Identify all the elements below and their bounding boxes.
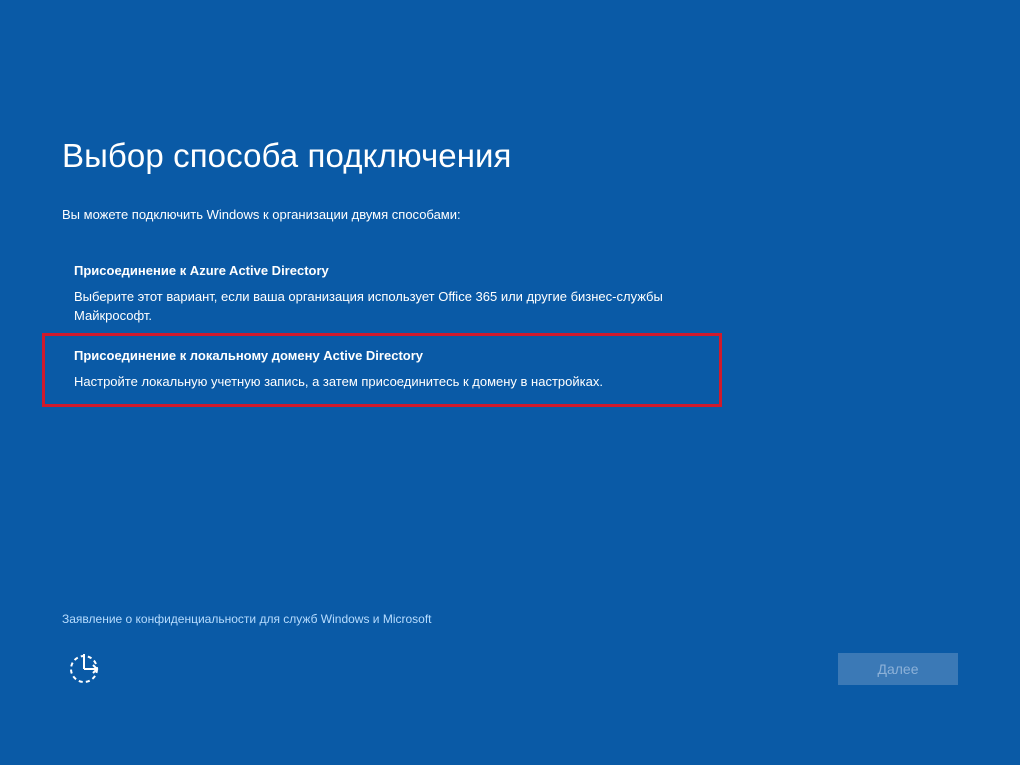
- privacy-statement-link[interactable]: Заявление о конфиденциальности для служб…: [62, 611, 432, 627]
- option-azure-ad-join[interactable]: Присоединение к Azure Active Directory В…: [42, 258, 722, 328]
- next-button[interactable]: Далее: [838, 653, 958, 685]
- option-description: Выберите этот вариант, если ваша организ…: [74, 289, 663, 323]
- option-local-domain-join[interactable]: Присоединение к локальному домену Active…: [42, 333, 722, 407]
- page-subtitle: Вы можете подключить Windows к организац…: [62, 207, 461, 222]
- ease-of-access-icon[interactable]: [68, 652, 104, 686]
- option-title: Присоединение к Azure Active Directory: [74, 263, 329, 278]
- option-title: Присоединение к локальному домену Active…: [74, 348, 424, 363]
- option-description: Настройте локальную учетную запись, а за…: [74, 374, 603, 389]
- page-title: Выбор способа подключения: [62, 137, 512, 174]
- ease-of-access-icon-graphic: [70, 654, 99, 683]
